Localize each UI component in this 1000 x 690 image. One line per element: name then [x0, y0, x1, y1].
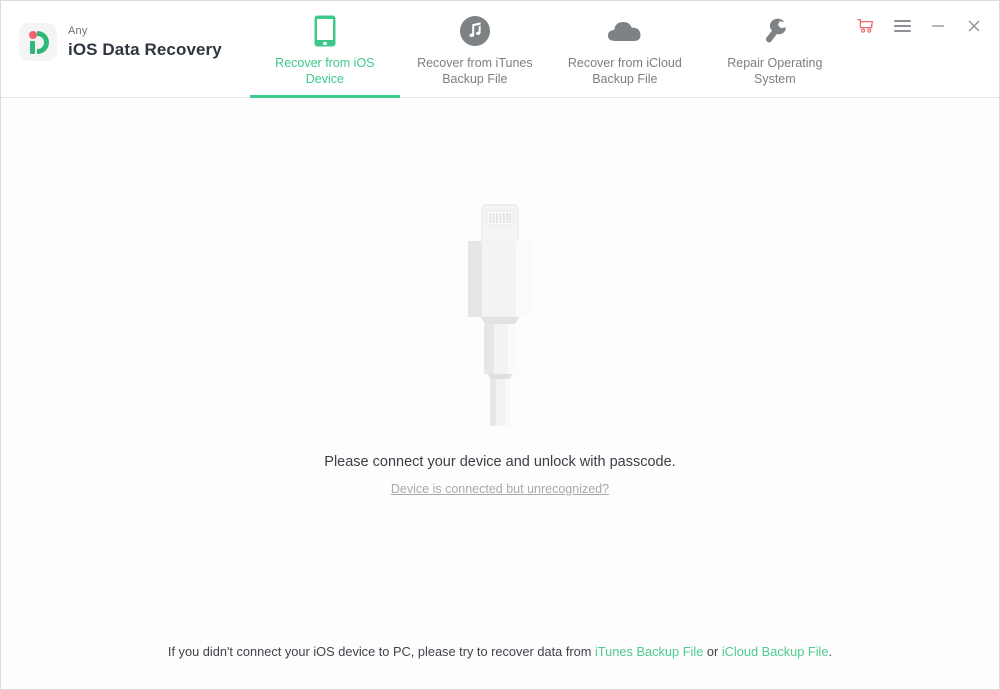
tab-recover-from-itunes-backup[interactable]: Recover from iTunes Backup File — [400, 1, 550, 97]
connect-message: Please connect your device and unlock wi… — [324, 454, 676, 470]
hamburger-menu-icon[interactable] — [891, 15, 913, 37]
brand: Any iOS Data Recovery — [1, 1, 222, 61]
minimize-icon[interactable] — [927, 15, 949, 37]
app-window: Any iOS Data Recovery Recover from iOS D… — [0, 0, 1000, 690]
page-title: iOS Data Recovery — [68, 40, 222, 59]
lightning-cable-illustration — [440, 203, 560, 428]
itunes-music-note-icon — [400, 14, 550, 48]
wrench-icon — [700, 14, 850, 48]
tab-recover-from-icloud-backup[interactable]: Recover from iCloud Backup File — [550, 1, 700, 97]
icloud-backup-file-link[interactable]: iCloud Backup File — [722, 644, 829, 659]
tab-label: Recover from iTunes Backup File — [417, 56, 533, 86]
logo-d-shape — [37, 31, 49, 54]
footer-note: If you didn't connect your iOS device to… — [1, 644, 999, 659]
tab-repair-operating-system[interactable]: Repair Operating System — [700, 1, 850, 97]
itunes-backup-file-link[interactable]: iTunes Backup File — [595, 644, 703, 659]
hamburger-lines — [893, 20, 911, 32]
tab-label: Recover from iCloud Backup File — [567, 56, 682, 86]
close-icon[interactable] — [963, 15, 985, 37]
device-unrecognized-link[interactable]: Device is connected but unrecognized? — [391, 482, 609, 496]
logo-i-stem — [30, 41, 35, 54]
cloud-icon — [550, 14, 700, 48]
footer-text-before: If you didn't connect your iOS device to… — [167, 644, 595, 659]
logo-dot — [29, 31, 37, 39]
tab-bar: Recover from iOS Device Recover from iTu… — [249, 1, 850, 98]
anydata-id-logo-icon — [19, 23, 57, 61]
phone-icon — [250, 14, 400, 48]
footer-text-between: or — [703, 644, 722, 659]
tab-recover-from-ios-device[interactable]: Recover from iOS Device — [249, 1, 400, 98]
tab-label: Recover from iOS Device — [275, 56, 375, 86]
main-content: Please connect your device and unlock wi… — [1, 98, 999, 689]
brand-subtitle: Any — [68, 25, 88, 37]
app-header: Any iOS Data Recovery Recover from iOS D… — [1, 1, 999, 98]
tab-label: Repair Operating System — [727, 56, 823, 86]
window-controls — [855, 15, 985, 37]
footer-text-after: . — [828, 644, 833, 659]
shopping-cart-icon[interactable] — [855, 15, 877, 37]
brand-text: Any iOS Data Recovery — [68, 25, 222, 59]
